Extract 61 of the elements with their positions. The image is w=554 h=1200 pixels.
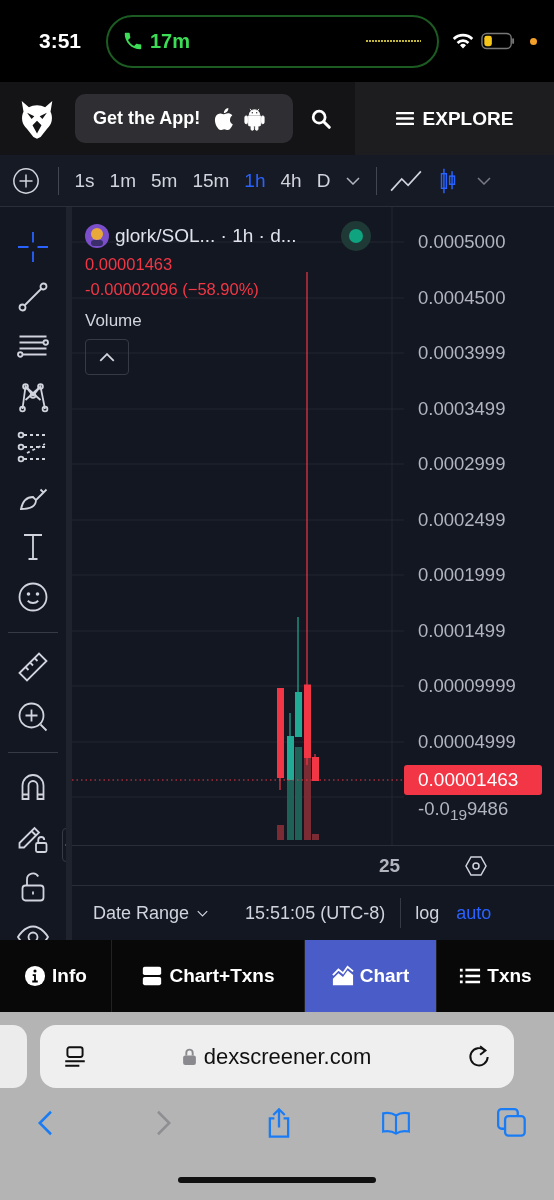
- wifi-icon: [451, 32, 475, 50]
- phone-icon: [122, 30, 144, 52]
- split-view-icon: [141, 965, 164, 987]
- interval-tab[interactable]: 1s: [67, 169, 103, 192]
- interval-tab[interactable]: 5m: [143, 169, 185, 192]
- scale-toggle[interactable]: auto: [456, 902, 492, 924]
- caret-up-icon: [99, 352, 115, 362]
- battery-icon: [481, 32, 515, 50]
- last-price-tag: 0.00001463: [404, 765, 542, 795]
- price-axis-label: 0.0001499: [418, 618, 507, 643]
- price-axis-label: -0.0$_{19}$9486: [418, 799, 509, 819]
- call-indicator[interactable]: 17m: [106, 14, 439, 68]
- interval-tab[interactable]: 4h: [273, 169, 310, 192]
- price-axis-label: 0.0004500: [418, 285, 507, 310]
- price-axis-label: 0.0005000: [418, 230, 507, 254]
- android-icon: [244, 106, 266, 131]
- interval-tab[interactable]: 15m: [184, 169, 237, 192]
- chart-clock: 15:51:05 (UTC-8): [245, 902, 386, 924]
- price-axis-label: 0.0001999: [418, 563, 507, 587]
- add-indicator-icon[interactable]: [12, 166, 40, 195]
- crosshair-icon[interactable]: [15, 229, 51, 265]
- area-chart-icon: [331, 965, 354, 987]
- volume-bar: [277, 825, 284, 840]
- privacy-dot-icon: [530, 37, 537, 45]
- audio-wave-icon: [365, 38, 421, 44]
- explore-button[interactable]: EXPLORE: [355, 82, 554, 155]
- scale-toggle[interactable]: log: [415, 902, 440, 924]
- date-range-dropdown[interactable]: Date Range: [93, 902, 209, 924]
- price-axis-label: 0.00009999: [418, 674, 517, 698]
- chevron-down-icon[interactable]: [345, 176, 360, 185]
- apple-icon: [212, 105, 235, 132]
- interval-tab[interactable]: 1m: [102, 169, 144, 192]
- legend-change: -0.00002096 (−58.90%): [85, 279, 259, 300]
- view-tab[interactable]: Chart: [305, 940, 437, 1012]
- price-axis-label: 0.0002999: [418, 452, 507, 476]
- menu-icon: [395, 111, 414, 126]
- collapse-legend-button[interactable]: [85, 339, 129, 375]
- price-axis-label: 0.00004999: [418, 729, 517, 754]
- page-menu-icon[interactable]: [62, 1043, 88, 1070]
- lock-icon: [182, 1048, 196, 1065]
- legend-price: 0.00001463: [85, 254, 173, 275]
- price-axis-label: 0.0003999: [418, 341, 507, 365]
- token-avatar-icon: [85, 224, 109, 248]
- info-icon: [24, 965, 47, 987]
- address-bar[interactable]: dexscreener.com: [40, 1025, 514, 1088]
- get-app-button[interactable]: Get the App!: [75, 94, 293, 143]
- interval-tab[interactable]: 1h: [236, 169, 273, 192]
- price-axis-label: 0.0002499: [418, 507, 507, 532]
- settings-icon[interactable]: [464, 853, 488, 878]
- price-axis-label: 0.0003499: [418, 396, 507, 421]
- view-tab[interactable]: Txns: [437, 940, 554, 1012]
- interval-tab[interactable]: D: [309, 169, 338, 192]
- pair-title[interactable]: glork/SOL... · 1h · d...: [115, 225, 297, 247]
- status-time: 3:51: [39, 29, 83, 53]
- search-icon[interactable]: [310, 107, 332, 130]
- time-axis-label: 25: [379, 854, 402, 877]
- status-dot-icon: [340, 221, 371, 251]
- chevron-down-icon: [197, 909, 209, 917]
- volume-label: Volume: [85, 311, 142, 331]
- chevron-down-icon[interactable]: [476, 176, 491, 185]
- url-text: dexscreener.com: [203, 1043, 372, 1070]
